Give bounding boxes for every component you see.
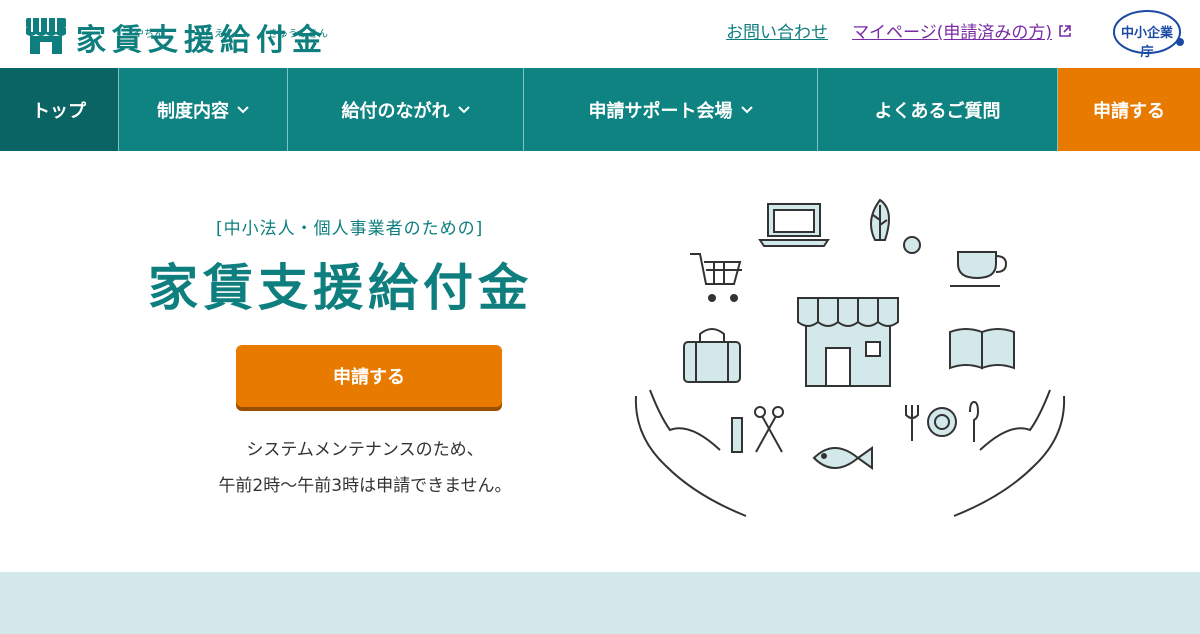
nav-item-label: よくあるご質問: [874, 100, 1001, 122]
hero-subtitle: [中小法人・個人事業者のための]: [216, 219, 484, 239]
maintenance-note-line2: 午前2時〜午前3時は申請できません。: [218, 476, 512, 496]
nav-item-label: 申請サポート会場: [588, 100, 733, 122]
nav-item-support[interactable]: 申請サポート会場: [524, 68, 818, 151]
shop-icon: [797, 297, 899, 387]
shop-logo-icon: [26, 18, 66, 54]
ruby-shien: しえん: [204, 29, 234, 40]
cutlery-icon: [905, 400, 980, 442]
book-icon: [949, 328, 1015, 370]
mypage-link[interactable]: マイページ(申請済みの方): [852, 18, 1072, 43]
handbag-icon: [683, 328, 741, 383]
coffee-cup-icon: [950, 251, 1008, 287]
nav-item-nagare[interactable]: 給付のながれ: [288, 68, 524, 151]
apply-button[interactable]: 申請する: [236, 345, 502, 407]
ruby-kyufukin: きゅうふきん: [268, 29, 328, 40]
maintenance-note-line1: システムメンテナンスのため、: [246, 440, 484, 460]
chevron-down-icon: [237, 105, 249, 113]
header-links: お問い合わせ マイページ(申請済みの方): [726, 18, 1072, 43]
hero-title: 家賃支援給付金: [148, 259, 533, 317]
hero-illustration: [634, 198, 1066, 517]
chevron-down-icon: [457, 105, 470, 113]
nav-item-top[interactable]: トップ: [0, 68, 119, 151]
agency-logo[interactable]: 中小企業庁: [1112, 8, 1186, 60]
nav-item-seido[interactable]: 制度内容: [119, 68, 288, 151]
ruby-yachin: やちん: [134, 29, 164, 40]
site-logo[interactable]: やちん しえん きゅうふきん 家賃支援給付金: [24, 6, 328, 62]
contact-link[interactable]: お問い合わせ: [726, 18, 828, 43]
shopping-cart-icon: [690, 253, 742, 302]
external-link-icon: [1059, 24, 1071, 37]
apply-button-label: 申請する: [333, 367, 405, 388]
vegetables-icon: [870, 198, 921, 254]
nav-item-apply[interactable]: 申請する: [1058, 68, 1200, 151]
main-nav: トップ 制度内容 給付のながれ 申請サポート会場 よくあるご質問 申請する: [0, 68, 1200, 151]
laptop-icon: [758, 203, 830, 247]
chevron-down-icon: [740, 105, 753, 113]
site-header: やちん しえん きゅうふきん 家賃支援給付金 お問い合わせ マイページ(申請済み…: [0, 0, 1200, 68]
nav-item-label: 申請する: [1093, 100, 1165, 122]
nav-item-label: トップ: [32, 100, 86, 122]
nav-item-faq[interactable]: よくあるご質問: [818, 68, 1058, 151]
section-band: [0, 572, 1200, 634]
mypage-link-label: マイページ(申請済みの方): [852, 23, 1052, 43]
scissors-comb-icon: [731, 406, 784, 453]
nav-item-label: 給付のながれ: [341, 100, 450, 122]
fish-icon: [812, 446, 873, 470]
nav-item-label: 制度内容: [157, 100, 229, 122]
agency-label: 中小企業庁: [1120, 26, 1173, 60]
